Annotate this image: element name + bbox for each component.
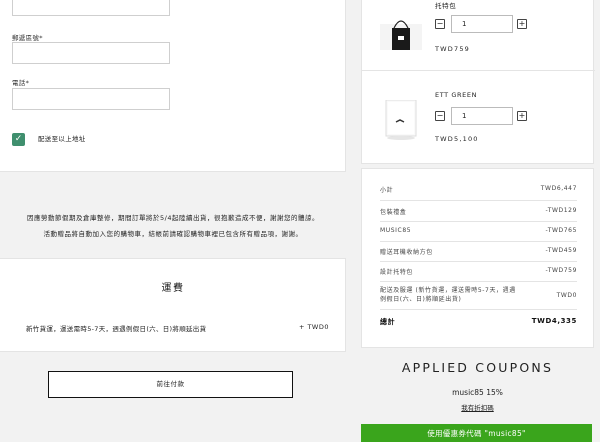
phone-label: 電話* bbox=[12, 79, 30, 87]
cart-item-price: TWD759 bbox=[435, 45, 471, 53]
summary-value: -TWD129 bbox=[545, 207, 577, 214]
summary-value: -TWD459 bbox=[545, 247, 577, 254]
summary-row: 贈送耳機收納方包 -TWD459 bbox=[380, 247, 577, 256]
have-discount-code-link[interactable]: 我有折扣碼 bbox=[361, 402, 594, 412]
total-value: TWD4,335 bbox=[531, 317, 577, 325]
check-icon: ✓ bbox=[14, 134, 23, 144]
total-label: 總計 bbox=[380, 318, 396, 326]
decrease-quantity-button[interactable]: − bbox=[435, 19, 445, 29]
summary-value: -TWD759 bbox=[545, 267, 577, 274]
summary-row: 小計 TWD6,447 bbox=[380, 185, 577, 194]
quantity-input[interactable]: 1 bbox=[451, 15, 513, 33]
shipping-panel: 運費 新竹貨運，運送需時5-7天，週遇例假日(六、日)將順延出貨 + TWD0 bbox=[0, 258, 346, 352]
summary-row: MUSIC85 -TWD765 bbox=[380, 227, 577, 234]
same-address-checkbox[interactable]: ✓ bbox=[12, 133, 25, 146]
postal-code-input[interactable] bbox=[12, 42, 170, 64]
summary-divider bbox=[380, 221, 577, 222]
cart-item-price: TWD5,100 bbox=[435, 135, 479, 143]
summary-divider bbox=[380, 281, 577, 282]
ett-green-image bbox=[380, 99, 422, 142]
summary-label: 包裝禮盒 bbox=[380, 209, 407, 216]
phone-input[interactable] bbox=[12, 88, 170, 110]
apply-coupon-button[interactable]: 使用優惠券代碼 "music85" bbox=[361, 424, 592, 442]
quantity-input[interactable]: 1 bbox=[451, 107, 513, 125]
quantity-stepper: − 1 + bbox=[435, 107, 527, 125]
summary-label: MUSIC85 bbox=[380, 227, 412, 234]
applied-coupon-code: music85 15% bbox=[452, 388, 503, 397]
summary-divider bbox=[380, 309, 577, 310]
summary-value: TWD6,447 bbox=[540, 185, 577, 192]
summary-label: 設計托特包 bbox=[380, 269, 414, 276]
summary-label: 配送及服運 (新竹貨運，運送需時5-7天，週遇例假日(六、日)將順延出貨) bbox=[380, 287, 516, 303]
cart-item-name: 托特包 bbox=[435, 2, 457, 10]
address-form-panel: 郵遞區號* 電話* ✓ 配送至以上地址 bbox=[0, 0, 346, 172]
tote-bag-image bbox=[380, 10, 422, 52]
summary-value: TWD0 bbox=[556, 291, 577, 299]
proceed-to-payment-button[interactable]: 前往付款 bbox=[48, 371, 293, 398]
notice-line-2: 活動贈品將自動加入您的購物車，結帳前請確認購物車裡已包含所有贈品項，謝謝。 bbox=[43, 230, 303, 238]
summary-divider bbox=[380, 200, 577, 201]
same-address-label: 配送至以上地址 bbox=[38, 135, 86, 143]
summary-row: 包裝禮盒 -TWD129 bbox=[380, 207, 577, 216]
summary-row: 設計托特包 -TWD759 bbox=[380, 267, 577, 276]
summary-row: 配送及服運 (新竹貨運，運送需時5-7天，週遇例假日(六、日)將順延出貨) TW… bbox=[380, 286, 577, 304]
summary-value: -TWD765 bbox=[545, 227, 577, 234]
summary-total-row: 總計 TWD4,335 bbox=[380, 317, 577, 327]
increase-quantity-button[interactable]: + bbox=[517, 19, 527, 29]
postal-code-label: 郵遞區號* bbox=[12, 34, 43, 42]
item-divider bbox=[362, 70, 595, 71]
quantity-stepper: − 1 + bbox=[435, 15, 527, 33]
applied-coupons-title: APPLIED COUPONS bbox=[401, 360, 554, 375]
order-summary-panel: 小計 TWD6,447 包裝禮盒 -TWD129 MUSIC85 -TWD765… bbox=[361, 168, 594, 348]
summary-divider bbox=[380, 241, 577, 242]
shipping-option[interactable]: 新竹貨運，運送需時5-7天，週遇例假日(六、日)將順延出貨 bbox=[26, 323, 206, 333]
shipping-price: + TWD0 bbox=[298, 323, 329, 331]
summary-label: 贈送耳機收納方包 bbox=[380, 249, 433, 256]
increase-quantity-button[interactable]: + bbox=[517, 111, 527, 121]
summary-label: 小計 bbox=[380, 187, 394, 194]
notice-line-1: 因應勞動節假期及倉庫整修，期間訂單將於5/4起陸續出貨，很抱歉造成不便，謝謝您的… bbox=[27, 214, 319, 222]
cart-items-panel: 托特包 − 1 + TWD759 ETT GREEN − 1 + TWD5,10… bbox=[361, 0, 595, 164]
previous-field-input[interactable] bbox=[12, 0, 170, 16]
cart-item-name: ETT GREEN bbox=[435, 91, 478, 99]
decrease-quantity-button[interactable]: − bbox=[435, 111, 445, 121]
shipping-title: 運費 bbox=[161, 283, 185, 294]
summary-divider bbox=[380, 261, 577, 262]
